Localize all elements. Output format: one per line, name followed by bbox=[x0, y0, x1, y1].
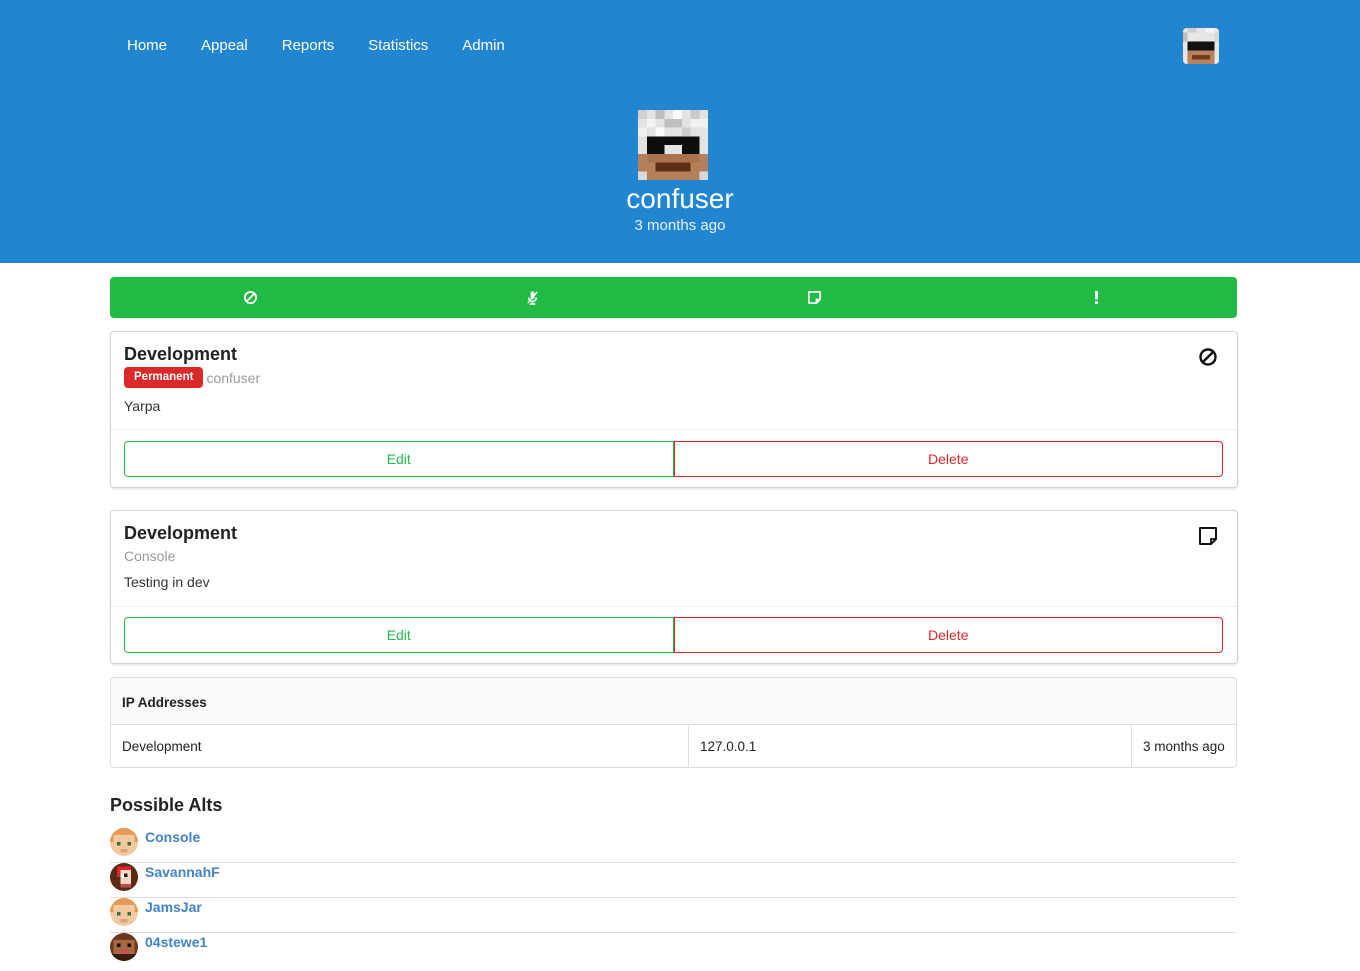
alt-link[interactable]: JamsJar bbox=[145, 899, 202, 915]
avatar bbox=[110, 828, 138, 856]
avatar bbox=[110, 933, 138, 961]
possible-alts-heading: Possible Alts bbox=[110, 795, 223, 815]
nav-reports[interactable]: Reports bbox=[265, 28, 352, 64]
ban-icon bbox=[244, 290, 258, 305]
list-item: 04stewe1 bbox=[110, 933, 1237, 968]
card-divider bbox=[111, 606, 1237, 607]
profile-joined-time: 3 months ago bbox=[634, 217, 726, 234]
note-text: Testing in dev bbox=[124, 574, 210, 590]
delete-button[interactable]: Delete bbox=[673, 617, 1223, 653]
player-head-icon bbox=[1183, 28, 1219, 64]
ip-server-cell: Development bbox=[111, 725, 689, 767]
nav-admin[interactable]: Admin bbox=[445, 28, 522, 64]
ban-type bbox=[1198, 347, 1218, 367]
card-actions: Edit Delete bbox=[124, 617, 1223, 653]
note-icon bbox=[807, 291, 821, 304]
ip-time-cell: 3 months ago bbox=[1143, 739, 1225, 754]
ip-addresses-table: IP Addresses Development 127.0.0.1 3 mon… bbox=[110, 677, 1237, 768]
note-button[interactable] bbox=[674, 277, 956, 318]
punishment-server: Development bbox=[124, 344, 238, 364]
card-actions: Edit Delete bbox=[124, 441, 1223, 477]
user-menu-avatar[interactable] bbox=[1183, 28, 1219, 64]
ban-button[interactable] bbox=[110, 277, 392, 318]
punishment-meta: Permanent confuser bbox=[124, 367, 260, 388]
mute-icon bbox=[527, 291, 538, 305]
list-item: Console bbox=[110, 828, 1237, 863]
edit-button[interactable]: Edit bbox=[124, 441, 674, 477]
delete-button[interactable]: Delete bbox=[673, 441, 1223, 477]
nav-statistics[interactable]: Statistics bbox=[351, 28, 445, 64]
list-item: JamsJar bbox=[110, 898, 1237, 933]
nav-appeal[interactable]: Appeal bbox=[184, 28, 265, 64]
avatar bbox=[110, 898, 138, 926]
top-nav: Home Appeal Reports Statistics Admin bbox=[110, 28, 522, 64]
ban-icon bbox=[1199, 348, 1217, 366]
alt-link[interactable]: 04stewe1 bbox=[145, 934, 207, 950]
note-meta: Console bbox=[124, 548, 175, 564]
nav-home[interactable]: Home bbox=[110, 28, 184, 64]
permanent-badge: Permanent bbox=[124, 367, 204, 388]
note-server: Development bbox=[124, 523, 238, 543]
punishment-reason: Yarpa bbox=[124, 398, 161, 414]
mute-button[interactable] bbox=[392, 277, 674, 318]
warning-icon bbox=[1094, 290, 1098, 305]
punishment-action-bar bbox=[110, 277, 1237, 318]
warning-button[interactable] bbox=[955, 277, 1237, 318]
card-divider bbox=[111, 429, 1237, 430]
punishment-actor: confuser bbox=[206, 369, 261, 386]
list-item: SavannahF bbox=[110, 863, 1237, 898]
note-actor: Console bbox=[124, 548, 176, 564]
alt-link[interactable]: Console bbox=[145, 829, 200, 845]
punishment-card: Development Permanent confuser Yarpa Edi… bbox=[110, 331, 1238, 488]
alt-link[interactable]: SavannahF bbox=[145, 864, 220, 880]
edit-button[interactable]: Edit bbox=[124, 617, 674, 653]
ip-address-cell: 127.0.0.1 bbox=[689, 725, 1132, 767]
note-type bbox=[1198, 526, 1218, 546]
profile-avatar bbox=[638, 110, 708, 180]
avatar bbox=[110, 863, 138, 891]
table-row: Development 127.0.0.1 3 months ago bbox=[111, 725, 1236, 767]
ip-table-header: IP Addresses bbox=[111, 678, 1236, 725]
note-icon bbox=[1199, 527, 1217, 545]
profile-header: Home Appeal Reports Statistics Admin con… bbox=[0, 0, 1360, 263]
profile-name: confuser bbox=[626, 183, 734, 214]
note-card: Development Console Testing in dev Edit … bbox=[110, 510, 1238, 664]
